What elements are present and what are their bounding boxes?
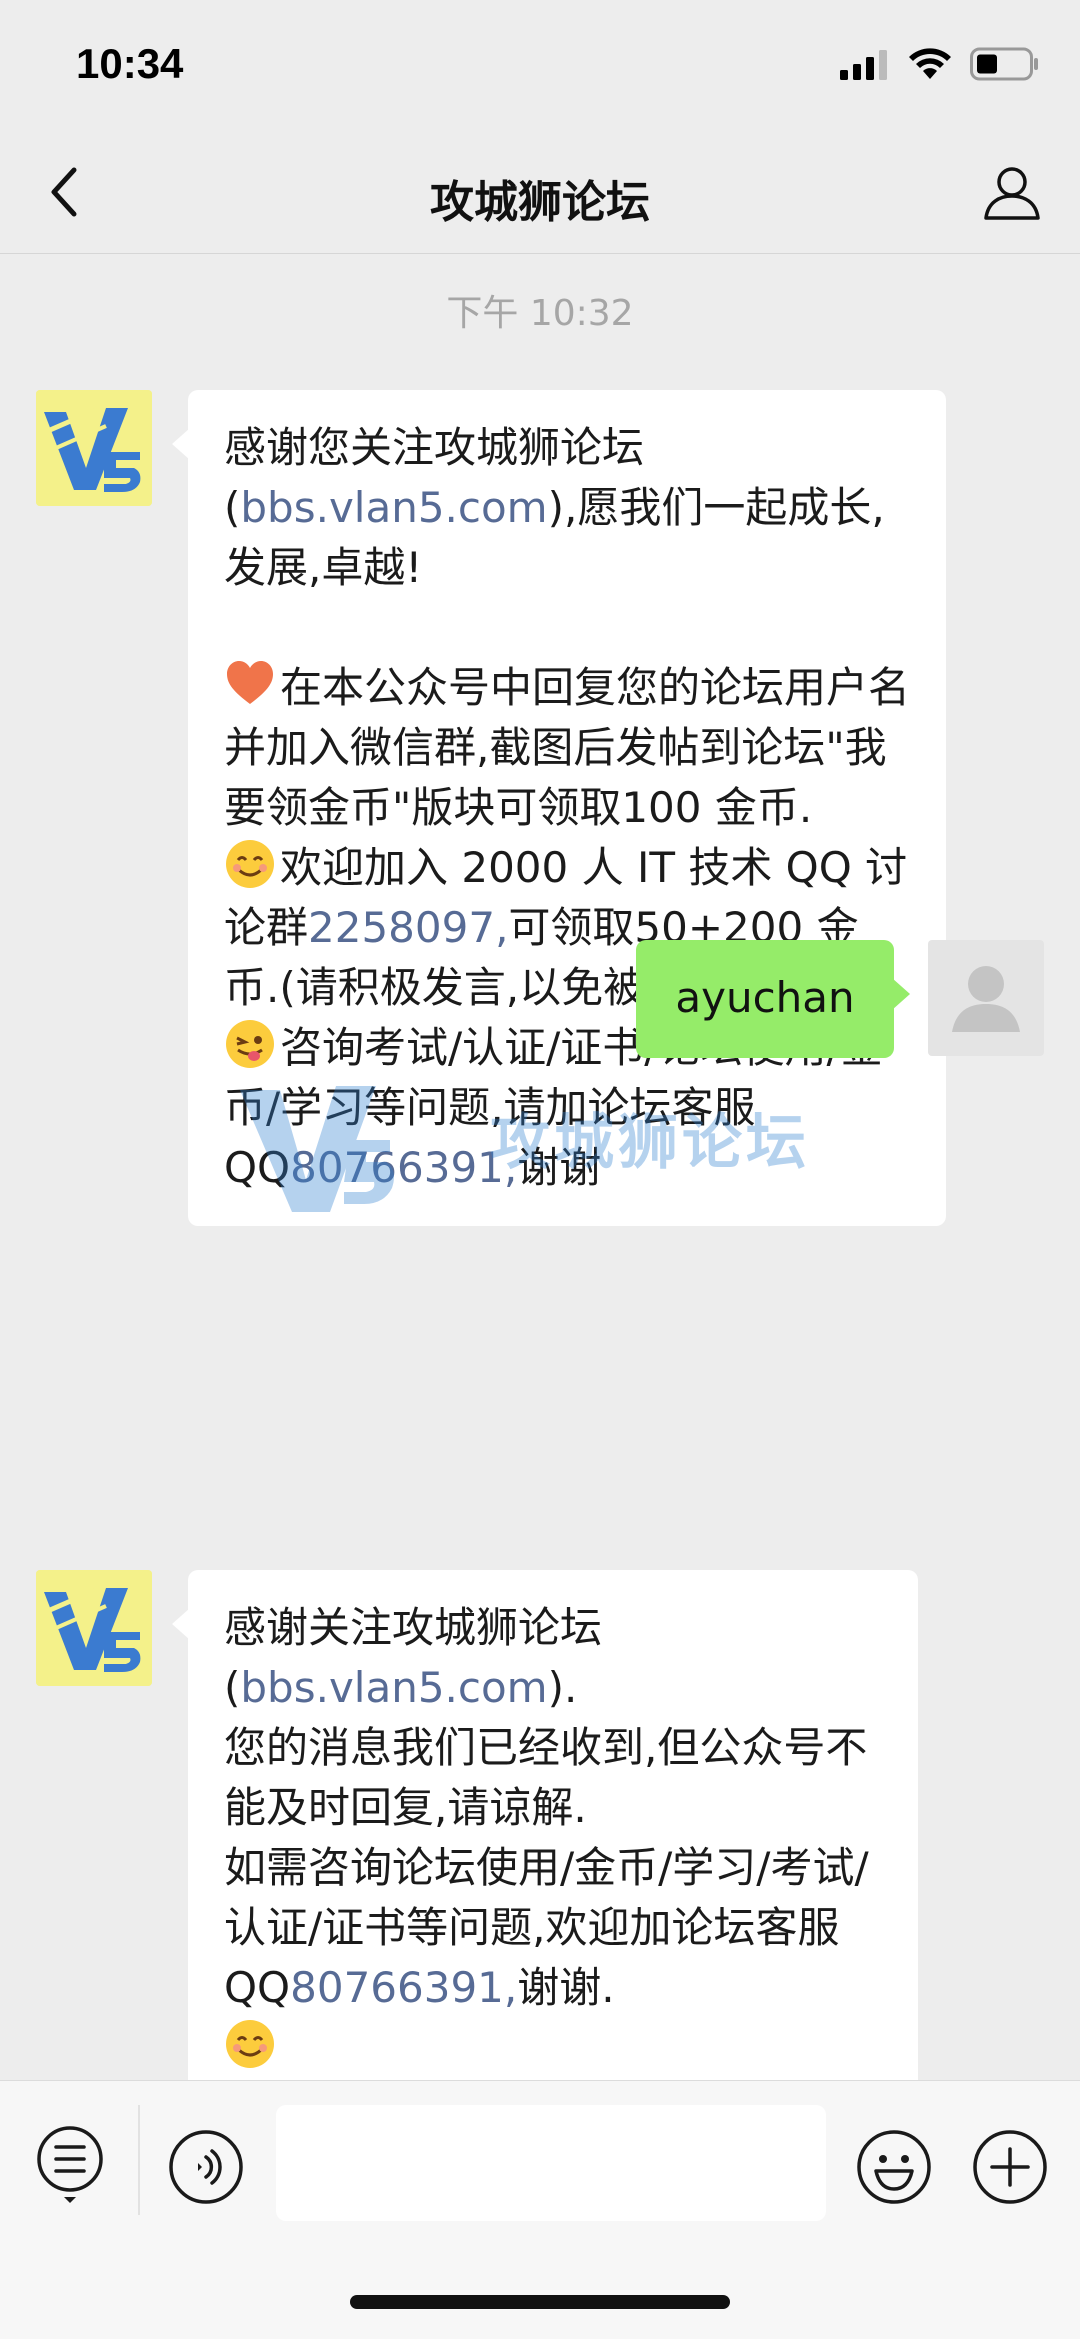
- message-text: ).: [547, 1663, 578, 1712]
- chat-header: 攻城狮论坛: [0, 130, 1080, 254]
- message-bubble[interactable]: 感谢您关注攻城狮论坛 (bbs.vlan5.com),愿我们一起成长,发展,卓越…: [172, 390, 946, 1226]
- message-paragraph: 如需咨询论坛使用/金币/学习/考试/认证/证书等问题,欢迎加论坛客服 QQ807…: [224, 1838, 882, 2018]
- v5-logo-avatar[interactable]: [36, 390, 152, 506]
- cellular-signal-icon: [840, 50, 887, 80]
- smile-emoji-icon: [226, 840, 274, 888]
- toolbar-divider: [138, 2105, 140, 2215]
- qq-service-link[interactable]: 80766391,: [290, 1143, 517, 1192]
- message-text: 谢谢.: [517, 1963, 615, 2012]
- battery-icon: [970, 47, 1038, 81]
- status-bar: 10:34: [0, 0, 1080, 130]
- my-message-bubble[interactable]: ayuchan: [636, 940, 910, 1058]
- v5-logo-icon: [36, 1570, 152, 1686]
- menu-list-icon[interactable]: [34, 2125, 106, 2205]
- status-icons: [840, 46, 1040, 82]
- forum-link[interactable]: bbs.vlan5.com: [240, 1663, 547, 1712]
- message-text: 在本公众号中回复您的论坛用户名并加入微信群,截图后发帖到论坛"我要领金币"版块可…: [224, 663, 911, 832]
- wink-tongue-emoji-icon: [226, 1020, 274, 1068]
- heart-emoji-icon: [227, 661, 273, 704]
- my-avatar[interactable]: [928, 940, 1044, 1056]
- smile-emoji-icon: [226, 2020, 274, 2068]
- qq-service-link[interactable]: 80766391,: [290, 1963, 517, 2012]
- message-input[interactable]: [276, 2105, 826, 2221]
- wifi-icon: [909, 48, 951, 79]
- message-paragraph: 感谢关注攻城狮论坛 (bbs.vlan5.com).: [224, 1598, 882, 1718]
- plus-more-icon[interactable]: [972, 2129, 1048, 2205]
- message-time-label: 下午 10:32: [446, 293, 634, 334]
- message-text: 谢谢: [517, 1143, 602, 1192]
- forum-link[interactable]: bbs.vlan5.com: [240, 483, 547, 532]
- profile-icon[interactable]: [980, 160, 1044, 224]
- voice-input-icon[interactable]: [168, 2129, 244, 2205]
- chat-title: 攻城狮论坛: [430, 177, 650, 228]
- message-bubble[interactable]: 感谢关注攻城狮论坛 (bbs.vlan5.com). 您的消息我们已经收到,但公…: [172, 1570, 918, 2080]
- default-user-icon: [952, 966, 1020, 1032]
- message-paragraph: [224, 2018, 882, 2078]
- input-toolbar: [0, 2080, 1080, 2339]
- v5-logo-icon: [36, 390, 152, 506]
- message-paragraph: 感谢您关注攻城狮论坛 (bbs.vlan5.com),愿我们一起成长,发展,卓越…: [224, 418, 910, 598]
- status-time: 10:34: [76, 40, 184, 87]
- v5-logo-avatar[interactable]: [36, 1570, 152, 1686]
- message-text: 您的消息我们已经收到,但公众号不能及时回复,请谅解.: [224, 1723, 868, 1832]
- message-text: ayuchan: [675, 973, 855, 1022]
- message-paragraph: 您的消息我们已经收到,但公众号不能及时回复,请谅解.: [224, 1718, 882, 1838]
- home-indicator[interactable]: [350, 2295, 730, 2309]
- qq-group-link[interactable]: 2258097,: [308, 903, 508, 952]
- chat-messages[interactable]: 下午 10:32 感谢您关注攻城狮论坛 (bbs.vlan5.com),愿我们一…: [0, 254, 1080, 2080]
- message-paragraph: 在本公众号中回复您的论坛用户名并加入微信群,截图后发帖到论坛"我要领金币"版块可…: [224, 658, 910, 838]
- emoji-picker-icon[interactable]: [856, 2129, 932, 2205]
